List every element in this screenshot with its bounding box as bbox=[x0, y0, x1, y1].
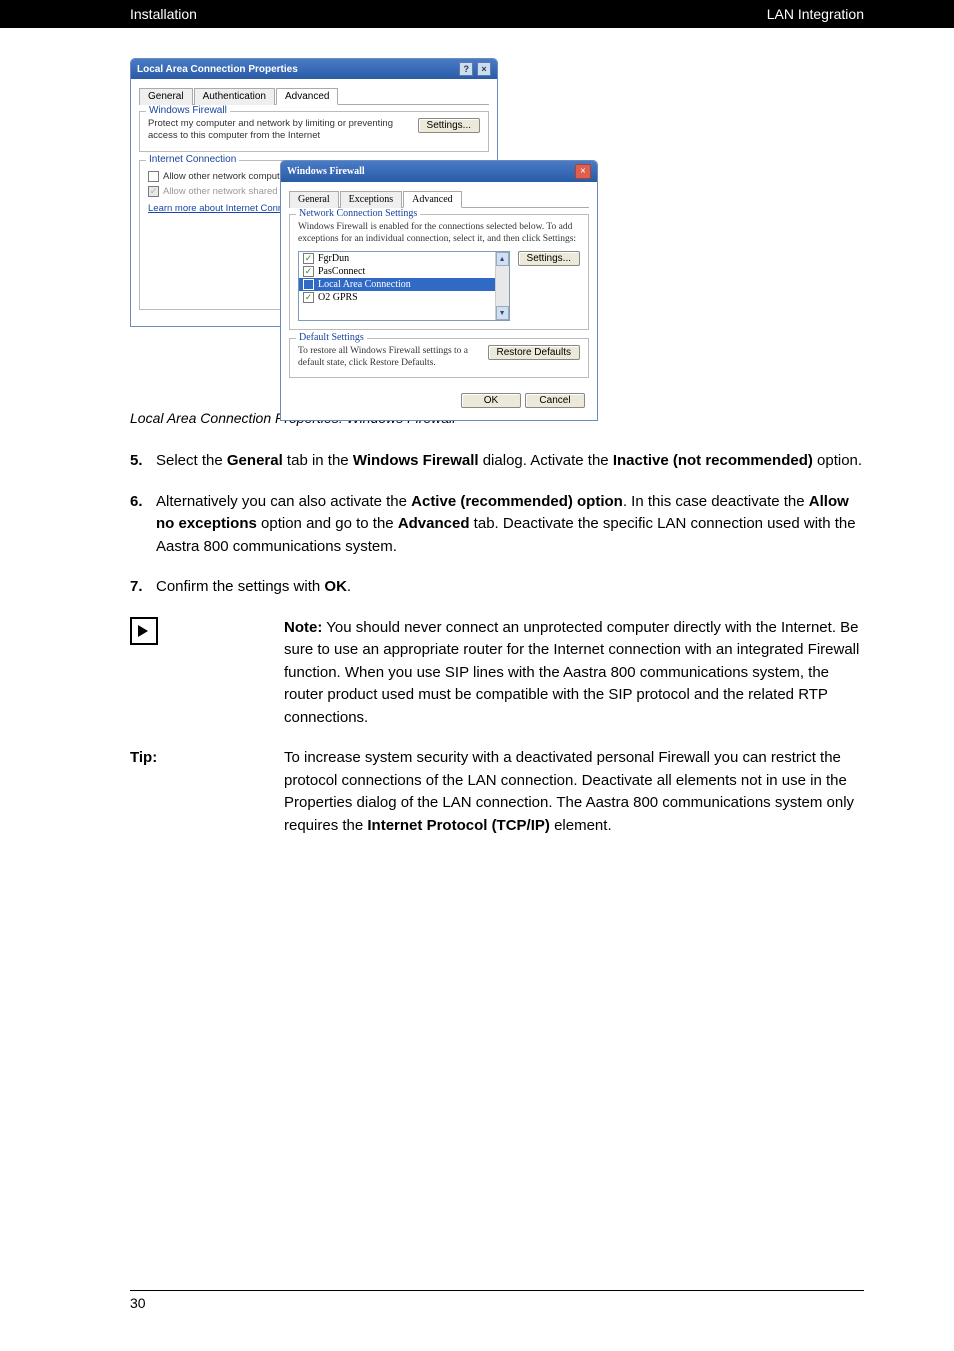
firewall-desc: Protect my computer and network by limit… bbox=[148, 118, 410, 143]
step-number: 6. bbox=[130, 491, 156, 559]
text: dialog. Activate the bbox=[479, 452, 613, 469]
note-block: Note: You should never connect an unprot… bbox=[130, 617, 864, 730]
text-bold: Inactive (not recommended) bbox=[613, 452, 813, 469]
step-text: Select the General tab in the Windows Fi… bbox=[156, 450, 864, 473]
checkbox-icon bbox=[303, 279, 314, 290]
windows-firewall-fieldset: Windows Firewall Protect my computer and… bbox=[139, 111, 489, 152]
page-header: Installation LAN Integration bbox=[0, 0, 954, 28]
ics-legend: Internet Connection bbox=[146, 154, 239, 165]
step-5: 5. Select the General tab in the Windows… bbox=[130, 450, 864, 473]
list-item[interactable]: Local Area Connection bbox=[299, 278, 509, 291]
checkbox-icon: ✓ bbox=[303, 266, 314, 277]
step-number: 5. bbox=[130, 450, 156, 473]
text: option. bbox=[813, 452, 862, 469]
step-number: 7. bbox=[130, 576, 156, 599]
firewall-legend: Windows Firewall bbox=[146, 105, 230, 116]
text: tab in the bbox=[283, 452, 353, 469]
step-text: Confirm the settings with OK. bbox=[156, 576, 864, 599]
scroll-up-icon[interactable]: ▲ bbox=[496, 252, 509, 266]
network-connection-settings-fieldset: Network Connection Settings Windows Fire… bbox=[289, 214, 589, 330]
conn-name: Local Area Connection bbox=[318, 279, 411, 290]
text-bold: General bbox=[227, 452, 283, 469]
arrow-right-icon bbox=[130, 617, 158, 645]
text: element. bbox=[550, 817, 612, 834]
outer-tabs: General Authentication Advanced bbox=[139, 87, 489, 105]
text-bold: Active (recommended) option bbox=[411, 493, 623, 510]
window-controls: ? × bbox=[458, 62, 491, 76]
scrollbar[interactable]: ▲ ▼ bbox=[495, 252, 509, 320]
default-settings-fieldset: Default Settings To restore all Windows … bbox=[289, 338, 589, 379]
connection-list[interactable]: ✓ FgrDun ✓ PasConnect Local Area Connectio… bbox=[298, 251, 510, 321]
inner-tabs: General Exceptions Advanced bbox=[289, 190, 589, 208]
header-right: LAN Integration bbox=[767, 6, 864, 22]
checkbox-icon: ✓ bbox=[303, 253, 314, 264]
checkbox-icon: ✓ bbox=[148, 186, 159, 197]
list-item[interactable]: ✓ FgrDun bbox=[299, 252, 509, 265]
tab-general-inner[interactable]: General bbox=[289, 191, 339, 208]
inner-titlebar: Windows Firewall × bbox=[281, 161, 597, 182]
note-text: Note: You should never connect an unprot… bbox=[284, 617, 864, 730]
tab-advanced[interactable]: Advanced bbox=[276, 88, 338, 105]
text-bold: Windows Firewall bbox=[353, 452, 479, 469]
tip-text: To increase system security with a deact… bbox=[284, 747, 864, 837]
window-titlebar: Local Area Connection Properties ? × bbox=[131, 59, 497, 79]
text-bold: OK bbox=[324, 578, 347, 595]
page-number: 30 bbox=[130, 1295, 146, 1311]
cancel-button[interactable]: Cancel bbox=[525, 393, 585, 408]
checkbox-icon: ✓ bbox=[303, 292, 314, 303]
text-bold: Advanced bbox=[398, 515, 470, 532]
conn-name: FgrDun bbox=[318, 253, 349, 264]
ok-button[interactable]: OK bbox=[461, 393, 521, 408]
checkbox-icon bbox=[148, 171, 159, 182]
close-icon[interactable]: × bbox=[575, 164, 591, 179]
text: option and go to the bbox=[257, 515, 398, 532]
note-icon-col bbox=[130, 617, 260, 730]
tip-label: Tip: bbox=[130, 749, 157, 766]
page-content: Local Area Connection Properties ? × Gen… bbox=[0, 28, 954, 1270]
tab-authentication[interactable]: Authentication bbox=[194, 88, 275, 105]
step-6: 6. Alternatively you can also activate t… bbox=[130, 491, 864, 559]
ncs-legend: Network Connection Settings bbox=[296, 208, 420, 219]
defaults-legend: Default Settings bbox=[296, 332, 367, 343]
step-text: Alternatively you can also activate the … bbox=[156, 491, 864, 559]
text: . bbox=[347, 578, 351, 595]
conn-name: O2 GPRS bbox=[318, 292, 358, 303]
restore-defaults-button[interactable]: Restore Defaults bbox=[488, 345, 580, 360]
inner-window-title: Windows Firewall bbox=[287, 166, 365, 177]
ncs-settings-button[interactable]: Settings... bbox=[518, 251, 580, 266]
close-icon[interactable]: × bbox=[477, 62, 491, 76]
dialog-buttons: OK Cancel bbox=[289, 386, 589, 412]
step-7: 7. Confirm the settings with OK. bbox=[130, 576, 864, 599]
firewall-settings-button[interactable]: Settings... bbox=[418, 118, 480, 133]
tab-exceptions[interactable]: Exceptions bbox=[340, 191, 402, 208]
text: Select the bbox=[156, 452, 227, 469]
list-item[interactable]: ✓ PasConnect bbox=[299, 265, 509, 278]
windows-firewall-window: Windows Firewall × General Exceptions Ad… bbox=[280, 160, 598, 421]
firewall-screenshot: Local Area Connection Properties ? × Gen… bbox=[130, 58, 600, 398]
list-item[interactable]: ✓ O2 GPRS bbox=[299, 291, 509, 304]
text-bold: Internet Protocol (TCP/IP) bbox=[367, 817, 550, 834]
header-left: Installation bbox=[130, 6, 197, 22]
text: . In this case deactivate the bbox=[623, 493, 809, 510]
text: Alternatively you can also activate the bbox=[156, 493, 411, 510]
text: Confirm the settings with bbox=[156, 578, 324, 595]
note-body: You should never connect an unprotected … bbox=[284, 619, 859, 726]
tip-block: Tip: To increase system security with a … bbox=[130, 747, 864, 837]
tip-label-col: Tip: bbox=[130, 747, 260, 837]
scroll-down-icon[interactable]: ▼ bbox=[496, 306, 509, 320]
page-footer: 30 bbox=[130, 1290, 864, 1311]
ncs-desc: Windows Firewall is enabled for the conn… bbox=[298, 221, 580, 246]
defaults-desc: To restore all Windows Firewall settings… bbox=[298, 345, 480, 370]
tab-general[interactable]: General bbox=[139, 88, 193, 105]
note-label: Note: bbox=[284, 619, 322, 636]
conn-name: PasConnect bbox=[318, 266, 365, 277]
window-title: Local Area Connection Properties bbox=[137, 64, 298, 75]
help-icon[interactable]: ? bbox=[459, 62, 473, 76]
tab-advanced-inner[interactable]: Advanced bbox=[403, 191, 462, 208]
